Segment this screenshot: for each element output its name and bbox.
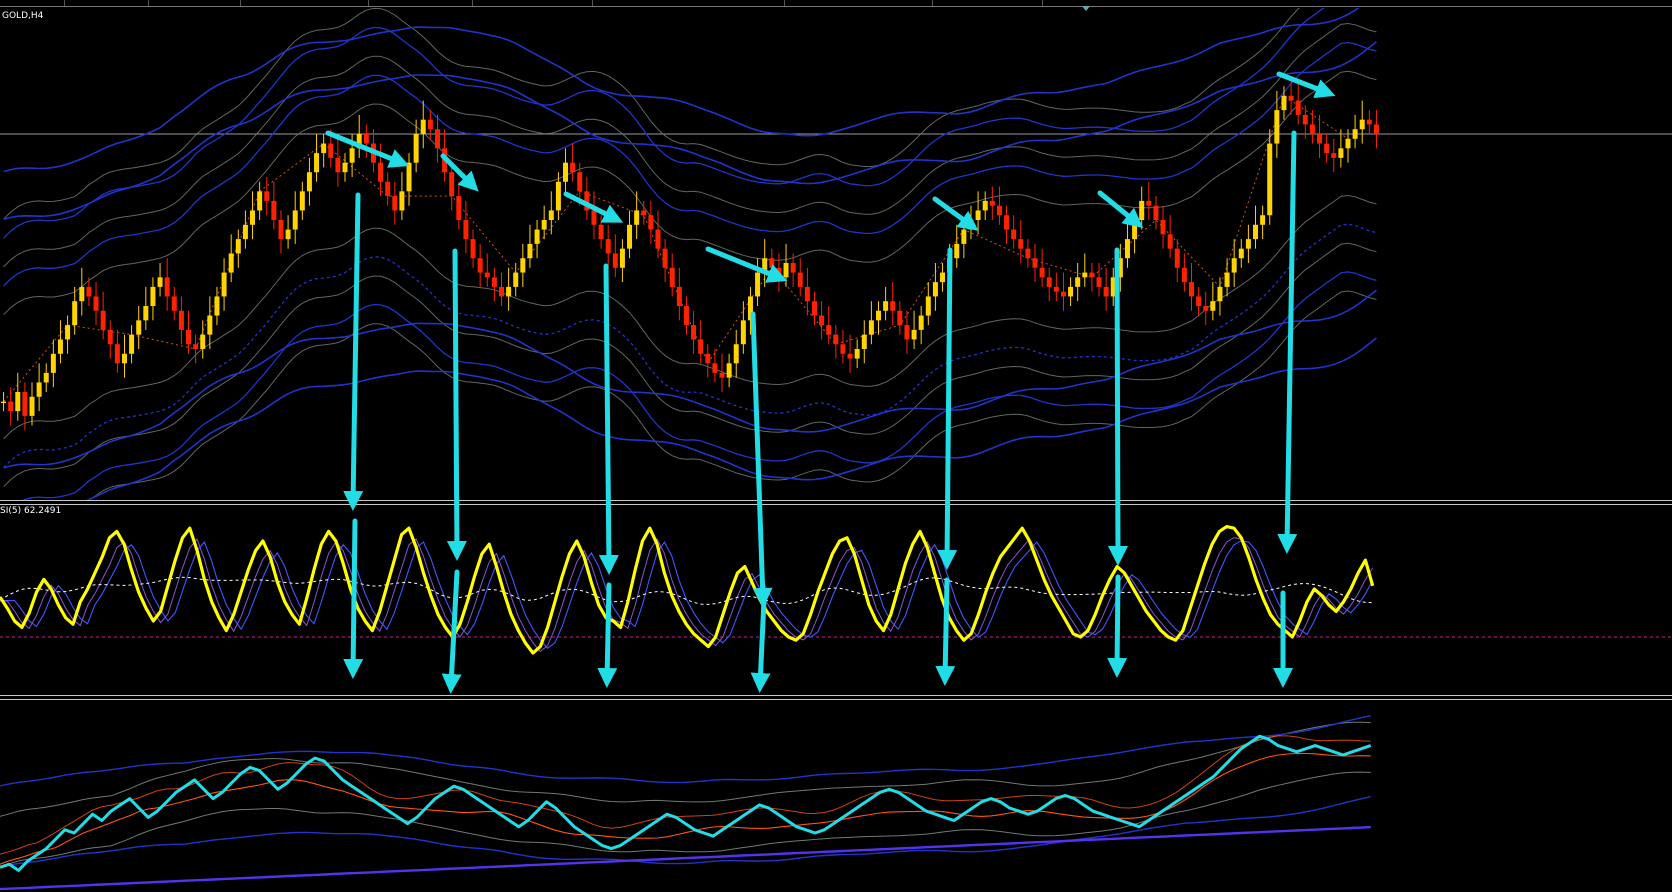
down-arrow: [935, 577, 956, 686]
down-arrow: [1277, 130, 1298, 554]
down-arrow: [446, 248, 467, 561]
down-arrow: [1107, 247, 1128, 566]
down-arrow: [343, 518, 364, 679]
down-arrow: [750, 311, 773, 608]
down-arrow: [598, 263, 619, 575]
down-arrow: [441, 569, 462, 694]
divergence-arrow: [932, 196, 979, 231]
down-arrow: [1107, 574, 1128, 678]
divergence-arrow: [563, 191, 624, 223]
divergence-arrow: [1097, 190, 1144, 229]
divergence-arrow: [440, 153, 479, 192]
divergence-arrow: [1276, 71, 1336, 98]
down-arrow: [937, 247, 958, 570]
down-arrow: [343, 192, 364, 511]
divergence-arrow: [705, 246, 788, 283]
down-arrow: [750, 597, 771, 693]
down-arrow: [597, 582, 618, 688]
annotation-layer: [325, 71, 1336, 694]
divergence-arrow: [325, 130, 410, 168]
